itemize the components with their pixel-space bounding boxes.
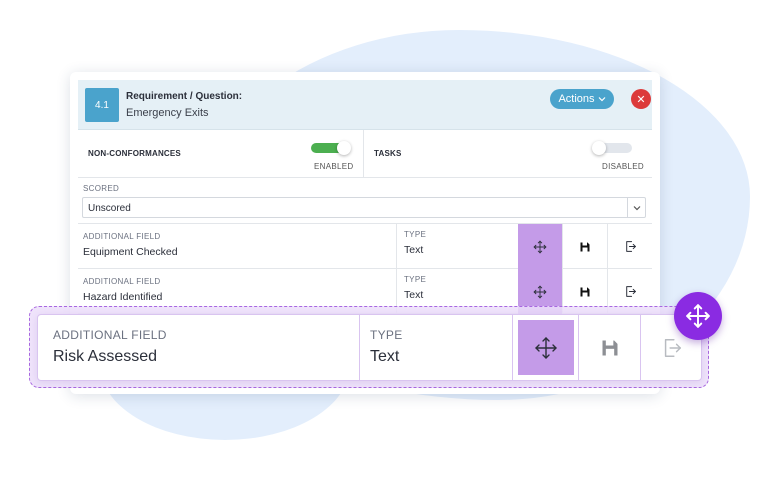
non-conformances-section: NON-CONFORMANCES ENABLED xyxy=(78,130,364,178)
save-button[interactable] xyxy=(578,315,640,380)
dragged-field-type-cell: TYPE Text xyxy=(359,315,512,380)
move-arrows-icon xyxy=(533,285,547,298)
dragged-field-type-label: TYPE xyxy=(370,328,403,342)
requirement-number-badge: 4.1 xyxy=(85,88,119,122)
exit-button[interactable] xyxy=(607,224,652,269)
dragged-field-type-value: Text xyxy=(370,348,400,365)
tasks-state: DISABLED xyxy=(602,162,644,171)
exit-icon xyxy=(664,338,681,357)
requirement-title: Requirement / Question: xyxy=(126,91,243,102)
scored-select[interactable]: Unscored xyxy=(82,197,646,218)
save-floppy-icon xyxy=(602,340,617,355)
tasks-toggle[interactable] xyxy=(592,141,632,155)
toggle-row: NON-CONFORMANCES ENABLED TASKS DISABLED xyxy=(78,130,652,178)
field-label: ADDITIONAL FIELD xyxy=(83,232,161,241)
field-type-label: TYPE xyxy=(404,230,427,239)
requirement-subtitle: Emergency Exits xyxy=(126,107,209,119)
move-button[interactable] xyxy=(518,320,574,375)
move-arrows-icon xyxy=(535,336,557,359)
toggle-knob xyxy=(592,141,606,155)
field-type-cell: TYPE Text xyxy=(396,224,518,269)
scored-select-value: Unscored xyxy=(88,203,131,214)
chevron-down-icon xyxy=(598,95,606,104)
non-conformances-state: ENABLED xyxy=(314,162,354,171)
requirement-header: 4.1 Requirement / Question: Emergency Ex… xyxy=(78,80,652,130)
save-floppy-icon xyxy=(580,287,590,296)
actions-button[interactable]: Actions xyxy=(550,89,614,109)
non-conformances-toggle[interactable] xyxy=(311,141,351,155)
move-arrows-icon xyxy=(686,304,710,328)
scored-label: SCORED xyxy=(83,184,120,193)
dragged-field-value: Risk Assessed xyxy=(53,348,158,365)
tasks-label: TASKS xyxy=(374,149,402,158)
field-label: ADDITIONAL FIELD xyxy=(83,277,161,286)
field-type-label: TYPE xyxy=(404,275,427,284)
field-type-value: Text xyxy=(404,289,424,301)
dragged-move-cell xyxy=(512,315,578,380)
exit-icon xyxy=(625,286,636,297)
non-conformances-label: NON-CONFORMANCES xyxy=(88,149,181,158)
toggle-knob xyxy=(337,141,351,155)
chevron-down-icon xyxy=(627,198,645,217)
close-button[interactable]: ✕ xyxy=(631,89,651,109)
exit-icon xyxy=(625,241,636,252)
save-button[interactable] xyxy=(562,224,607,269)
field-type-value: Text xyxy=(404,244,424,256)
dragged-field-row[interactable]: ADDITIONAL FIELD Risk Assessed TYPE Text xyxy=(37,314,702,381)
close-icon: ✕ xyxy=(636,93,646,106)
drag-handle-button[interactable] xyxy=(674,292,722,340)
actions-button-label: Actions xyxy=(558,93,595,105)
field-value: Hazard Identified xyxy=(83,291,163,303)
move-arrows-icon xyxy=(533,240,547,253)
tasks-section: TASKS DISABLED xyxy=(364,130,652,178)
save-floppy-icon xyxy=(580,242,590,251)
scored-section: SCORED Unscored xyxy=(78,178,652,224)
move-button[interactable] xyxy=(518,224,562,269)
table-row: ADDITIONAL FIELD Equipment Checked TYPE … xyxy=(78,224,652,269)
dragged-field-label: ADDITIONAL FIELD xyxy=(53,328,167,342)
field-value: Equipment Checked xyxy=(83,246,178,258)
